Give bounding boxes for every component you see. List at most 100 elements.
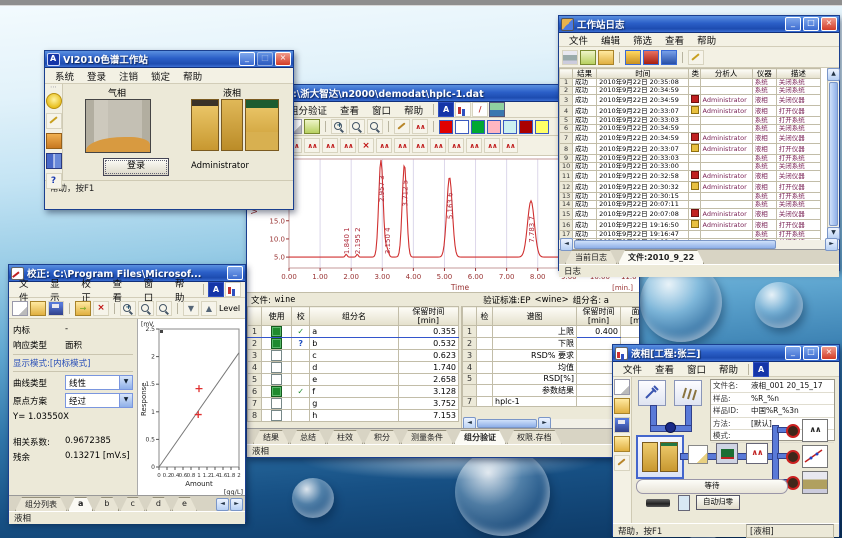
origin-scheme-select[interactable]: 经过▼ [65,393,133,408]
table-row[interactable]: 2成功2010年9月22日 20:34:59系统关闭系统 [560,87,821,95]
bulb-icon[interactable] [46,93,62,109]
maximize-button[interactable]: □ [803,17,819,31]
table-row[interactable]: 8h7.153 [248,410,459,422]
data-file-icon[interactable] [688,445,708,464]
log-menu-item[interactable]: 筛选 [627,33,658,47]
filter-blue-icon[interactable] [661,50,677,65]
chromatogram-tab[interactable]: 结果 [253,430,289,444]
launcher-menu-item[interactable]: 注销 [113,69,144,83]
launcher-menu-item[interactable]: 登录 [81,69,112,83]
zoom-out-icon[interactable] [138,301,154,316]
table-row[interactable]: 8成功2010年9月22日 20:33:07Administrator液相打开仪… [560,144,821,155]
peak-merge-icon[interactable]: ∧∧ [304,138,320,153]
use-cell[interactable] [262,386,292,398]
use-checkbox[interactable] [271,326,282,337]
zoom-sel-icon[interactable] [367,119,383,134]
table-row[interactable]: 7g3.752 [248,398,459,410]
validation-column-header[interactable]: 检 [477,307,493,326]
table-row[interactable]: 2?b0.532 [248,338,459,350]
log-column-header[interactable]: 结果 [573,69,597,79]
check-cell[interactable] [477,384,493,396]
calibration-menu-item[interactable]: 显示 [44,276,74,304]
scroll-thumb[interactable] [829,82,838,226]
autozero-button[interactable]: 自动归零 [696,495,740,510]
calibration-menu-item[interactable]: 校正 [75,276,105,304]
close-button[interactable]: × [821,346,837,360]
pen-icon[interactable] [46,113,62,129]
calibration-tab[interactable]: a [68,497,93,511]
table-row[interactable]: 4成功2010年9月22日 20:33:07Administrator液相打开仪… [560,106,821,117]
scroll-thumb[interactable] [574,240,776,249]
color-swatch[interactable] [471,120,485,134]
table-row[interactable]: 4d1.740 [248,362,459,374]
valve-icon[interactable] [786,450,800,464]
save-icon[interactable] [614,417,630,433]
printer-icon[interactable] [802,471,828,494]
logo-icon[interactable]: A [753,362,769,377]
level-down-icon[interactable]: ▼ [183,301,199,316]
peak-add-icon[interactable]: ∧∧ [376,138,392,153]
log-menu-item[interactable]: 查看 [659,33,690,47]
folder-icon[interactable] [614,436,630,452]
calibration-tab[interactable]: e [172,497,197,511]
peak-delete-icon[interactable]: × [358,138,374,153]
table-row[interactable]: 3c0.623 [248,350,459,362]
table-row[interactable]: 16成功2010年9月22日 19:16:50Administrator液相打开… [560,220,821,231]
table-row[interactable]: 9成功2010年9月22日 20:33:03系统打开系统 [560,155,821,163]
launcher-menu-item[interactable]: 系统 [49,69,80,83]
use-cell[interactable] [262,374,292,386]
color-swatch[interactable] [439,120,453,134]
table-row[interactable]: 15成功2010年9月22日 20:07:08Administrator液相关闭… [560,209,821,220]
log-column-header[interactable]: 描述 [776,69,820,79]
zoom-out-icon[interactable] [349,119,365,134]
check-cell[interactable] [477,396,493,407]
color-swatch[interactable] [535,120,549,134]
zoom-sel-icon[interactable] [156,301,172,316]
use-checkbox[interactable] [271,410,282,421]
instrument-menu-item[interactable]: 文件 [617,362,648,376]
table-row[interactable]: 1成功2010年9月22日 20:35:08系统关闭系统 [560,79,821,87]
chromatogram-tab[interactable]: 权限.存档 [507,430,562,444]
slope-up-icon[interactable]: ∧∧ [322,138,338,153]
use-checkbox[interactable] [271,374,282,385]
calibration-tab[interactable]: d [146,497,171,511]
log-column-header[interactable]: 仪器 [752,69,776,79]
color-swatch[interactable] [455,120,469,134]
zoom-in-icon[interactable]: + [331,119,347,134]
calibration-tab[interactable]: c [120,497,144,511]
instrument-menu-item[interactable]: 窗口 [681,362,712,376]
component-column-header[interactable]: 校 [292,307,310,326]
use-checkbox[interactable] [271,398,282,409]
print-icon[interactable] [562,50,578,65]
log-menu-item[interactable]: 文件 [563,33,594,47]
minimize-button[interactable]: _ [785,17,801,31]
open-icon[interactable] [614,398,630,414]
logo-icon[interactable]: A [438,102,454,117]
twin-peak-icon[interactable]: ∧∧ [430,138,446,153]
table-row[interactable]: 17成功2010年9月22日 19:16:47系统打开系统 [560,231,821,239]
table-row[interactable]: 1上限0.400 [463,326,640,338]
component-column-header[interactable] [248,307,262,326]
instrument-menu-item[interactable]: 查看 [649,362,680,376]
open-icon[interactable] [30,301,46,316]
export-icon[interactable] [580,50,596,65]
chromatogram-menu-item[interactable]: 帮助 [398,103,429,117]
table-row[interactable]: 12成功2010年9月22日 20:30:32Administrator液相打开… [560,182,821,193]
scroll-right-button[interactable]: ► [538,417,551,428]
log-tab[interactable]: 文件:2010_9_22 [618,250,704,264]
log-hscrollbar[interactable]: ◄ ► [559,240,839,249]
level-up-icon[interactable]: ▲ [201,301,217,316]
scroll-left-button[interactable]: ◄ [463,417,476,428]
instrument-menu-item[interactable]: 帮助 [713,362,744,376]
chromatogram-tab[interactable]: 柱效 [327,430,363,444]
minimize-button[interactable]: _ [785,346,801,360]
filter-red-icon[interactable] [643,50,659,65]
zoom-in-icon[interactable]: + [120,301,136,316]
log-column-header[interactable]: 分析人 [700,69,752,79]
log-tab[interactable]: 当前日志 [565,250,617,264]
multi-peak3-icon[interactable]: ∧∧ [502,138,518,153]
table-row[interactable]: 7成功2010年9月22日 20:34:59Administrator液相关闭仪… [560,133,821,144]
log-column-header[interactable]: 时间 [597,69,689,79]
chart-icon[interactable] [225,282,241,297]
table-row[interactable]: 1✓a0.355 [248,326,459,338]
